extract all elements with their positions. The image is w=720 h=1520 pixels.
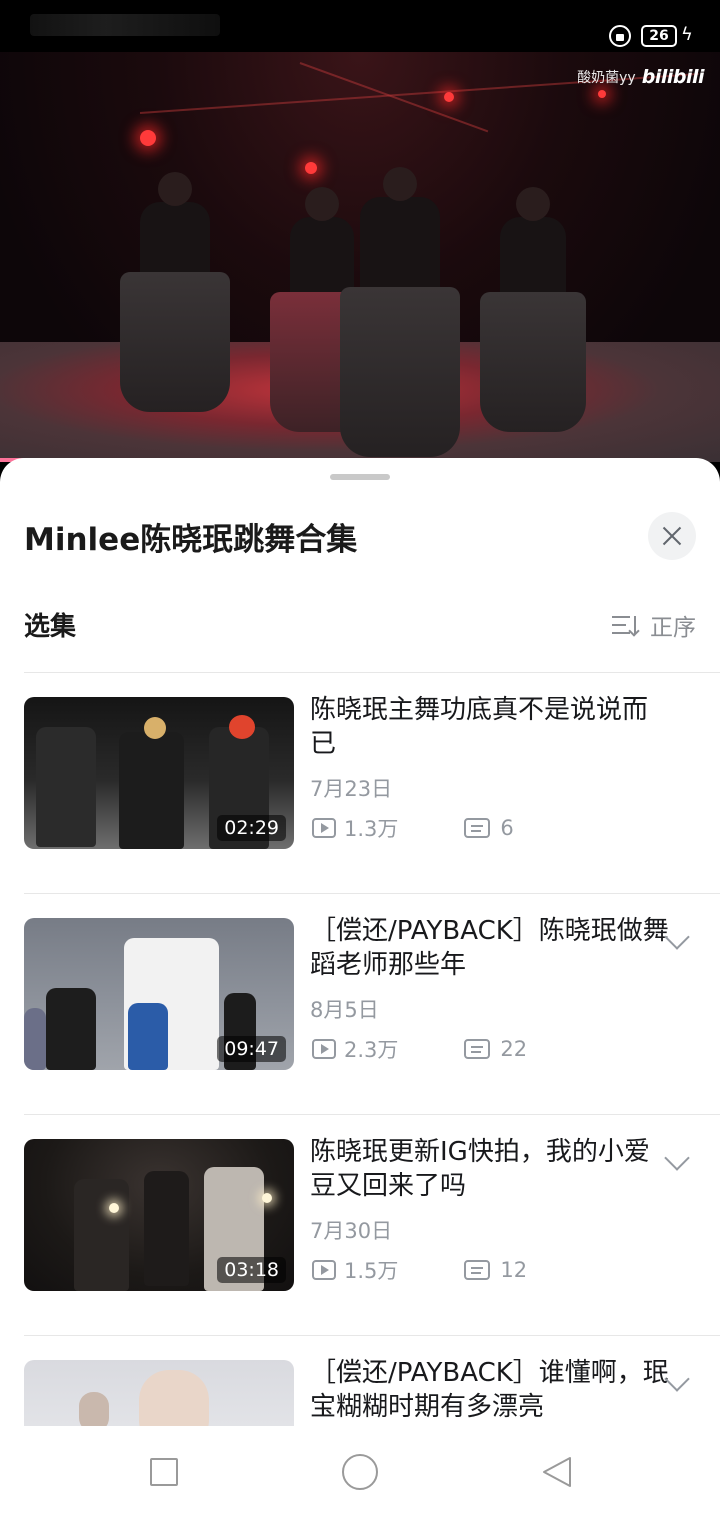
dancer: [120, 172, 230, 412]
thumbnail-figure: [24, 1008, 46, 1070]
episode-thumbnail[interactable]: [24, 1360, 294, 1426]
view-count: 2.3万: [344, 1038, 399, 1062]
view-count: 1.3万: [344, 817, 399, 841]
play-count-icon: [312, 1260, 336, 1280]
video-player[interactable]: 酸奶菌yy bilibili: [0, 52, 720, 462]
sort-order-button[interactable]: 正序: [612, 608, 696, 642]
danmaku-count: 22: [500, 1037, 528, 1061]
thumbnail-figure: [36, 727, 96, 847]
episode-title[interactable]: 陈晓珉更新IG快拍，我的小爱豆又回来了吗: [310, 1135, 670, 1203]
danmaku-icon: [464, 1260, 491, 1280]
collection-title: Minlee陈晓珉跳舞合集: [24, 522, 358, 558]
danmaku-icon: [464, 1039, 491, 1059]
uploader-watermark: 酸奶菌yy bilibili: [577, 66, 704, 88]
thumbnail-figure: [144, 1171, 189, 1286]
back-button[interactable]: [540, 1454, 576, 1490]
thumbnail-figure: [74, 1179, 129, 1291]
drag-handle[interactable]: [330, 474, 390, 480]
episodes-label: 选集: [24, 612, 77, 642]
close-icon[interactable]: [648, 512, 696, 560]
stage-light: [598, 90, 606, 98]
episode-date: 7月30日: [310, 1219, 393, 1243]
episode-stats: 1.5万 12: [312, 1255, 527, 1285]
episode-date: 8月5日: [310, 998, 379, 1022]
thumbnail-figure: [262, 1193, 272, 1203]
duration-badge: 03:18: [217, 1257, 286, 1283]
stage-light: [140, 130, 156, 146]
episode-date: 7月23日: [310, 777, 393, 801]
collection-sheet: Minlee陈晓珉跳舞合集 选集 正序 02:29 陈晓珉主舞功底真不是说说而已…: [0, 458, 720, 1426]
list-item[interactable]: ［偿还/PAYBACK］谁懂啊，珉宝糊糊时期有多漂亮: [0, 1336, 720, 1426]
stage-light-beam: [299, 62, 489, 133]
screen-lock-icon: [609, 25, 631, 47]
watermark-user: 酸奶菌yy: [577, 70, 636, 86]
thumbnail-figure: [229, 715, 255, 739]
danmaku-count: 12: [500, 1258, 528, 1282]
list-item[interactable]: 09:47 ［偿还/PAYBACK］陈晓珉做舞蹈老师那些年 8月5日 2.3万 …: [0, 894, 720, 1114]
list-item[interactable]: 03:18 陈晓珉更新IG快拍，我的小爱豆又回来了吗 7月30日 1.5万 12: [0, 1115, 720, 1335]
sort-label: 正序: [650, 615, 696, 641]
view-count: 1.5万: [344, 1259, 399, 1283]
duration-badge: 02:29: [217, 815, 286, 841]
thumbnail-figure: [119, 732, 184, 849]
episode-thumbnail[interactable]: 09:47: [24, 918, 294, 1070]
thumbnail-figure: [79, 1392, 109, 1426]
status-bar: 26 ϟ: [0, 0, 720, 52]
episode-thumbnail[interactable]: 03:18: [24, 1139, 294, 1291]
system-nav-bar: [0, 1426, 720, 1520]
duration-badge: 09:47: [217, 1036, 286, 1062]
home-button[interactable]: [342, 1454, 378, 1490]
stage-light: [444, 92, 454, 102]
episode-title[interactable]: ［偿还/PAYBACK］谁懂啊，珉宝糊糊时期有多漂亮: [310, 1356, 670, 1424]
notification-icons-blurred: [30, 14, 220, 36]
thumbnail-figure: [139, 1370, 209, 1426]
recents-button[interactable]: [150, 1458, 178, 1486]
episode-title[interactable]: 陈晓珉主舞功底真不是说说而已: [310, 693, 670, 761]
charging-icon: ϟ: [681, 24, 693, 45]
episode-title[interactable]: ［偿还/PAYBACK］陈晓珉做舞蹈老师那些年: [310, 914, 670, 982]
stage-light: [305, 162, 317, 174]
sort-icon: [612, 614, 640, 636]
thumbnail-figure: [109, 1203, 119, 1213]
thumbnail-figure: [144, 717, 166, 739]
dancer: [480, 187, 586, 432]
episode-list: 02:29 陈晓珉主舞功底真不是说说而已 7月23日 1.3万 6 09:47: [0, 672, 720, 1426]
episode-stats: 1.3万 6: [312, 813, 514, 843]
thumbnail-figure: [46, 988, 96, 1070]
episode-thumbnail[interactable]: 02:29: [24, 697, 294, 849]
danmaku-icon: [464, 818, 491, 838]
play-count-icon: [312, 818, 336, 838]
play-count-icon: [312, 1039, 336, 1059]
episode-stats: 2.3万 22: [312, 1034, 527, 1064]
thumbnail-figure: [128, 1003, 168, 1070]
bilibili-logo: bilibili: [641, 66, 705, 88]
dancer: [340, 167, 460, 457]
danmaku-count: 6: [500, 816, 514, 840]
list-item[interactable]: 02:29 陈晓珉主舞功底真不是说说而已 7月23日 1.3万 6: [0, 673, 720, 893]
battery-icon: 26: [641, 25, 677, 47]
